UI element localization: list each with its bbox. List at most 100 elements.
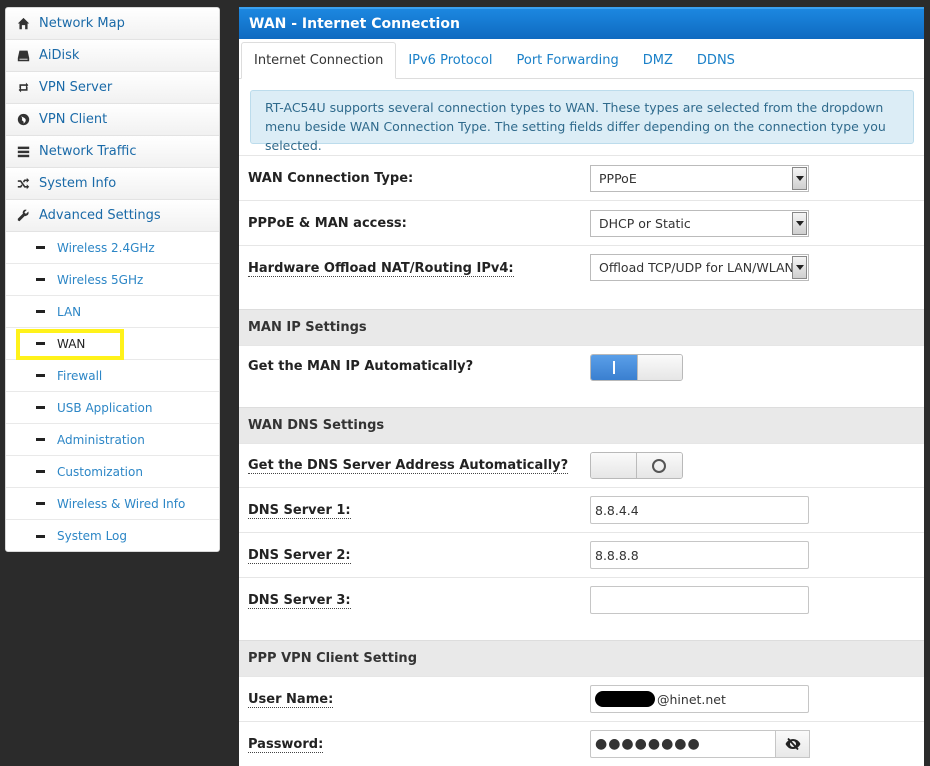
chevron-down-icon[interactable] (792, 166, 807, 190)
username-row: User Name: @hinet.net (239, 676, 924, 721)
chevron-down-icon[interactable] (792, 256, 807, 279)
dash-icon (36, 374, 45, 377)
sidebar-item-label: System Info (39, 176, 117, 191)
man-ip-auto-row: Get the MAN IP Automatically? (239, 345, 924, 407)
dns3-label: DNS Server 3: (248, 593, 351, 609)
man-ip-section-header: MAN IP Settings (239, 309, 924, 345)
username-label: User Name: (248, 691, 334, 708)
dash-icon (36, 246, 45, 249)
sidebar-subitem-wireless-24ghz[interactable]: Wireless 2.4GHz (6, 232, 219, 264)
wan-type-select[interactable]: PPPoE (590, 164, 809, 192)
sidebar-subitem-system-log[interactable]: System Log (6, 520, 219, 551)
dns2-row: DNS Server 2: 8.8.8.8 (239, 532, 924, 577)
sidebar-subitem-label: Firewall (57, 368, 103, 383)
sidebar-item-label: Network Traffic (39, 144, 137, 159)
dns2-label: DNS Server 2: (248, 547, 351, 564)
sidebar-item-label: Network Map (39, 16, 125, 31)
hw-offload-select[interactable]: Offload TCP/UDP for LAN/WLAN (590, 254, 809, 281)
dash-icon (36, 470, 45, 473)
man-ip-auto-toggle[interactable] (590, 354, 683, 381)
sidebar-item-network-map[interactable]: Network Map (6, 8, 219, 40)
sidebar-menu: Network Map AiDisk VPN Server VPN Client… (5, 7, 220, 552)
dns2-label-wrap: DNS Server 2: (248, 547, 590, 564)
home-icon (16, 17, 30, 31)
hw-offload-label-wrap: Hardware Offload NAT/Routing IPv4: (248, 254, 590, 277)
wan-type-label: WAN Connection Type: (248, 170, 414, 186)
toggle-on-half (591, 355, 637, 380)
dns3-row: DNS Server 3: (239, 577, 924, 640)
wrench-icon (16, 209, 30, 223)
username-input[interactable]: @hinet.net (590, 685, 809, 713)
sidebar-item-network-traffic[interactable]: Network Traffic (6, 136, 219, 168)
sidebar-item-label: Advanced Settings (39, 208, 161, 223)
dns1-label: DNS Server 1: (248, 502, 351, 519)
dash-icon (36, 406, 45, 409)
sidebar-subitem-lan[interactable]: LAN (6, 296, 219, 328)
sidebar-item-label: VPN Client (39, 112, 108, 127)
password-input[interactable]: ●●●●●●●● (590, 730, 776, 758)
sidebar-subitem-wireless-5ghz[interactable]: Wireless 5GHz (6, 264, 219, 296)
sidebar-subitem-label: WAN (57, 336, 86, 351)
dash-icon (36, 342, 45, 345)
wan-dns-section-header: WAN DNS Settings (239, 407, 924, 443)
globe-icon (16, 113, 30, 127)
info-box: RT-AC54U supports several connection typ… (250, 90, 914, 153)
dns1-row: DNS Server 1: 8.8.4.4 (239, 487, 924, 532)
sidebar-item-system-info[interactable]: System Info (6, 168, 219, 200)
sidebar-subitem-label: Wireless 2.4GHz (57, 240, 155, 255)
man-ip-auto-label: Get the MAN IP Automatically? (248, 359, 474, 374)
sidebar-subitem-customization[interactable]: Customization (6, 456, 219, 488)
dash-icon (36, 438, 45, 441)
ppp-section-header: PPP VPN Client Setting (239, 640, 924, 676)
dns-auto-label-wrap: Get the DNS Server Address Automatically… (248, 458, 590, 474)
sidebar-item-vpn-client[interactable]: VPN Client (6, 104, 219, 136)
dns1-input[interactable]: 8.8.4.4 (590, 496, 809, 524)
wan-type-value: PPPoE (599, 170, 637, 186)
dns-auto-row: Get the DNS Server Address Automatically… (239, 443, 924, 487)
tab-port-forwarding[interactable]: Port Forwarding (504, 42, 630, 78)
sidebar-item-label: VPN Server (39, 80, 113, 95)
password-field-group: ●●●●●●●● (590, 730, 810, 758)
sidebar-subitem-label: Wireless & Wired Info (57, 496, 186, 511)
sidebar-item-aidisk[interactable]: AiDisk (6, 40, 219, 72)
dash-icon (36, 502, 45, 505)
dns-auto-toggle[interactable] (590, 452, 683, 479)
sidebar-subitem-wireless-wired-info[interactable]: Wireless & Wired Info (6, 488, 219, 520)
sidebar-item-advanced-settings[interactable]: Advanced Settings (6, 200, 219, 232)
man-access-select[interactable]: DHCP or Static (590, 209, 809, 237)
dns3-input[interactable] (590, 586, 809, 614)
sidebar-item-label: AiDisk (39, 48, 80, 63)
disk-icon (16, 49, 30, 63)
man-access-value: DHCP or Static (599, 215, 691, 231)
show-password-button[interactable] (776, 730, 810, 758)
hw-offload-value: Offload TCP/UDP for LAN/WLAN (599, 260, 794, 275)
toggle-off-half (636, 453, 682, 478)
sidebar-subitem-label: Customization (57, 464, 143, 479)
eye-slash-icon (785, 738, 800, 750)
list-icon (16, 145, 30, 159)
dns2-input[interactable]: 8.8.8.8 (590, 541, 809, 569)
sidebar-subitem-firewall[interactable]: Firewall (6, 360, 219, 392)
dns-auto-label: Get the DNS Server Address Automatically… (248, 458, 569, 474)
tab-ddns[interactable]: DDNS (685, 42, 747, 78)
tab-ipv6-protocol[interactable]: IPv6 Protocol (396, 42, 504, 78)
man-access-row: PPPoE & MAN access: DHCP or Static (239, 200, 924, 245)
hw-offload-label: Hardware Offload NAT/Routing IPv4: (248, 261, 514, 277)
chevron-down-icon[interactable] (792, 211, 807, 235)
dash-icon (36, 278, 45, 281)
sidebar-item-vpn-server[interactable]: VPN Server (6, 72, 219, 104)
sidebar-subitem-label: LAN (57, 304, 82, 319)
sidebar-subitem-usb-application[interactable]: USB Application (6, 392, 219, 424)
tab-internet-connection[interactable]: Internet Connection (241, 42, 397, 79)
sidebar-subitem-label: USB Application (57, 400, 153, 415)
tab-dmz[interactable]: DMZ (631, 42, 685, 78)
tab-bar: Internet Connection IPv6 Protocol Port F… (239, 39, 924, 79)
sidebar-subitem-wan[interactable]: WAN (6, 328, 219, 360)
username-value: @hinet.net (657, 691, 726, 707)
sidebar-subitem-administration[interactable]: Administration (6, 424, 219, 456)
wan-type-row: WAN Connection Type: PPPoE (239, 155, 924, 200)
retweet-icon (16, 81, 30, 95)
page-title: WAN - Internet Connection (239, 7, 924, 39)
shuffle-icon (16, 177, 30, 191)
password-label-wrap: Password: (248, 736, 590, 753)
